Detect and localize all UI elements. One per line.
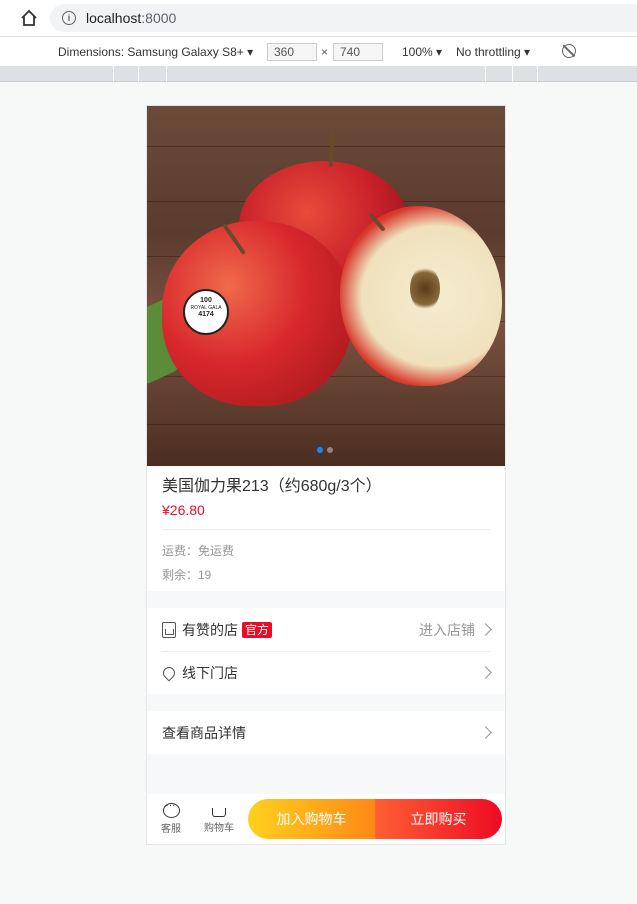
enter-shop-label: 进入店铺 <box>419 621 475 638</box>
browser-toolbar: i localhost:8000 <box>0 0 637 36</box>
product-image-swipe[interactable]: 100 ROYAL GALA 4174 <box>147 106 505 466</box>
url-host: localhost <box>86 10 142 26</box>
goods-action-bar: 客服 购物车 加入购物车 立即购买 <box>147 794 505 844</box>
chevron-right-icon <box>479 726 492 739</box>
device-toolbar: Dimensions: Samsung Galaxy S8+ ▾ 360 × 7… <box>0 36 637 66</box>
product-price: ¥26.80 <box>162 502 205 518</box>
swipe-indicators <box>317 447 333 453</box>
divider <box>162 529 490 530</box>
offline-store-cell[interactable]: 线下门店 <box>147 651 505 694</box>
chevron-right-icon <box>479 623 492 636</box>
media-query-ruler <box>0 66 637 82</box>
cart-label: 购物车 <box>204 822 234 834</box>
rotate-icon[interactable] <box>562 44 576 58</box>
info-icon[interactable]: i <box>62 11 76 25</box>
zoom-select[interactable]: 100% ▾ <box>402 45 442 59</box>
width-input[interactable]: 360 <box>267 43 317 61</box>
stock-text: 剩余：19 <box>162 568 212 582</box>
details-cell-group: 查看商品详情 <box>147 711 505 754</box>
details-label: 查看商品详情 <box>162 724 246 741</box>
reload-icon[interactable] <box>0 0 8 36</box>
service-label: 客服 <box>161 824 181 835</box>
shop-icon <box>162 621 176 638</box>
throttle-select[interactable]: No throttling ▾ <box>456 45 530 59</box>
url-port: :8000 <box>141 10 177 26</box>
cart-action[interactable]: 购物车 <box>195 805 243 834</box>
official-tag: 官方 <box>242 621 273 638</box>
address-bar[interactable]: i localhost:8000 <box>50 4 637 32</box>
chevron-right-icon <box>479 666 492 679</box>
home-icon[interactable] <box>16 0 42 36</box>
cart-icon <box>212 807 226 817</box>
times-sign: × <box>321 45 329 59</box>
shop-cell-group: 有赞的店 官方 进入店铺 线下门店 <box>147 608 505 694</box>
device-select[interactable]: Dimensions: Samsung Galaxy S8+ ▾ <box>58 45 253 59</box>
details-cell[interactable]: 查看商品详情 <box>147 711 505 754</box>
add-to-cart-button[interactable]: 加入购物车 <box>248 799 375 839</box>
buy-now-button[interactable]: 立即购买 <box>375 799 502 839</box>
shop-cell[interactable]: 有赞的店 官方 进入店铺 <box>147 608 505 651</box>
apple-core-image <box>410 266 440 311</box>
fruit-sticker: 100 ROYAL GALA 4174 <box>183 289 229 335</box>
location-icon <box>160 664 178 681</box>
chat-icon <box>162 800 180 818</box>
swipe-indicator <box>327 447 333 453</box>
swipe-indicator-active <box>317 447 323 453</box>
offline-store-label: 线下门店 <box>182 664 238 681</box>
height-input[interactable]: 740 <box>333 43 383 61</box>
product-title: 美国伽力果213（约680g/3个） <box>162 478 382 495</box>
product-info-card: 美国伽力果213（约680g/3个） ¥26.80 运费：免运费 剩余：19 <box>147 466 505 591</box>
phone-viewport: 100 ROYAL GALA 4174 美国伽力果213（约680g/3个） ¥… <box>146 105 506 845</box>
service-action[interactable]: 客服 <box>147 800 195 835</box>
shop-name: 有赞的店 <box>182 621 238 638</box>
shipping-text: 运费：免运费 <box>162 544 235 558</box>
